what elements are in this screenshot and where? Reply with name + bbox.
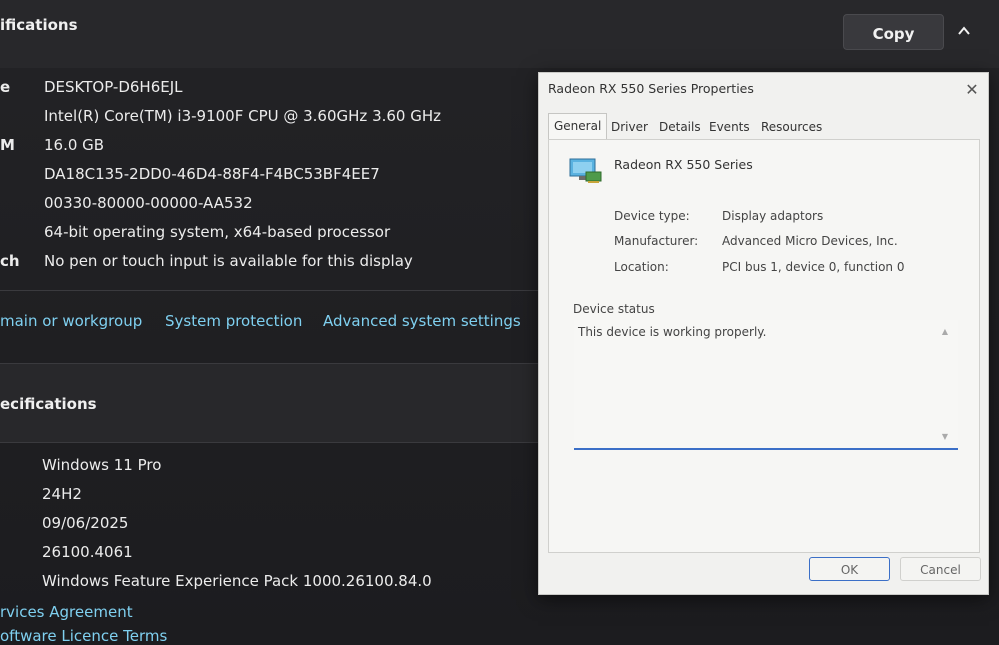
spec-row-device-id: DA18C135-2DD0-46D4-88F4-F4BC53BF4EE7 bbox=[0, 165, 530, 189]
spec-row-processor: Intel(R) Core(TM) i3-9100F CPU @ 3.60GHz… bbox=[0, 107, 530, 131]
spec-row-pen-touch: ch No pen or touch input is available fo… bbox=[0, 252, 530, 276]
windows-os-build: 26100.4061 bbox=[42, 543, 133, 561]
device-status-label: Device status bbox=[573, 302, 655, 316]
tab-general[interactable]: General bbox=[548, 113, 608, 139]
spec-label: ch bbox=[0, 252, 20, 270]
system-protection-link[interactable]: System protection bbox=[165, 312, 302, 330]
windows-installed-on: 09/06/2025 bbox=[42, 514, 129, 532]
device-status-text: This device is working properly. bbox=[578, 325, 767, 339]
spec-value: DESKTOP-D6H6EJL bbox=[44, 78, 183, 96]
services-agreement-link[interactable]: rvices Agreement bbox=[0, 603, 133, 621]
spec-row-product-id: 00330-80000-00000-AA532 bbox=[0, 194, 530, 218]
advanced-system-settings-link[interactable]: Advanced system settings bbox=[323, 312, 521, 330]
device-specs-header[interactable]: ifications Copy bbox=[0, 0, 999, 68]
chevron-up-icon[interactable] bbox=[957, 24, 971, 38]
ok-button[interactable]: OK bbox=[809, 557, 890, 581]
windows-edition: Windows 11 Pro bbox=[42, 456, 162, 474]
spec-value: 00330-80000-00000-AA532 bbox=[44, 194, 253, 212]
windows-specs-header[interactable]: ecifications bbox=[0, 364, 538, 442]
domain-workgroup-link[interactable]: main or workgroup bbox=[0, 312, 142, 330]
properties-dialog: Radeon RX 550 Series Properties ✕ Genera… bbox=[538, 72, 989, 595]
spec-row-system-type: 64-bit operating system, x64-based proce… bbox=[0, 223, 530, 247]
windows-experience: Windows Feature Experience Pack 1000.261… bbox=[42, 572, 432, 590]
tab-details[interactable]: Details bbox=[659, 115, 701, 139]
location-value: PCI bus 1, device 0, function 0 bbox=[722, 260, 905, 274]
windows-specs-title: ecifications bbox=[0, 395, 97, 413]
close-icon[interactable]: ✕ bbox=[963, 81, 981, 99]
divider bbox=[0, 290, 538, 291]
dialog-tabs: General Driver Details Events Resources bbox=[548, 113, 980, 139]
spec-value: No pen or touch input is available for t… bbox=[44, 252, 413, 270]
copy-button[interactable]: Copy bbox=[843, 14, 944, 50]
spec-value: 64-bit operating system, x64-based proce… bbox=[44, 223, 391, 241]
software-licence-terms-link[interactable]: oftware Licence Terms bbox=[0, 627, 167, 645]
spec-row-ram: M 16.0 GB bbox=[0, 136, 530, 160]
scroll-down-icon[interactable]: ▼ bbox=[940, 433, 950, 441]
spec-label: e bbox=[0, 78, 11, 96]
cancel-button[interactable]: Cancel bbox=[900, 557, 981, 581]
device-specs-title: ifications bbox=[0, 16, 78, 34]
tab-events[interactable]: Events bbox=[709, 115, 750, 139]
tab-resources[interactable]: Resources bbox=[761, 115, 822, 139]
manufacturer-value: Advanced Micro Devices, Inc. bbox=[722, 234, 898, 248]
tab-driver[interactable]: Driver bbox=[611, 115, 648, 139]
display-adapter-icon bbox=[569, 158, 602, 183]
spec-value: DA18C135-2DD0-46D4-88F4-F4BC53BF4EE7 bbox=[44, 165, 380, 183]
windows-version: 24H2 bbox=[42, 485, 82, 503]
device-type-value: Display adaptors bbox=[722, 209, 824, 223]
dialog-title: Radeon RX 550 Series Properties bbox=[548, 81, 754, 96]
divider bbox=[0, 442, 538, 443]
spec-label: M bbox=[0, 136, 15, 154]
spec-value: 16.0 GB bbox=[44, 136, 105, 154]
settings-screen: ifications Copy e DESKTOP-D6H6EJL Intel(… bbox=[0, 0, 999, 645]
scroll-up-icon[interactable]: ▲ bbox=[940, 328, 950, 336]
spec-row-device-name: e DESKTOP-D6H6EJL bbox=[0, 78, 530, 102]
device-status-box[interactable]: This device is working properly. ▲ ▼ bbox=[574, 320, 958, 450]
general-tab-content: Radeon RX 550 Series Device type: Displa… bbox=[548, 139, 980, 553]
device-type-label: Device type: bbox=[614, 209, 690, 223]
location-label: Location: bbox=[614, 260, 669, 274]
device-name: Radeon RX 550 Series bbox=[614, 157, 753, 172]
manufacturer-label: Manufacturer: bbox=[614, 234, 699, 248]
spec-value: Intel(R) Core(TM) i3-9100F CPU @ 3.60GHz… bbox=[44, 107, 442, 125]
